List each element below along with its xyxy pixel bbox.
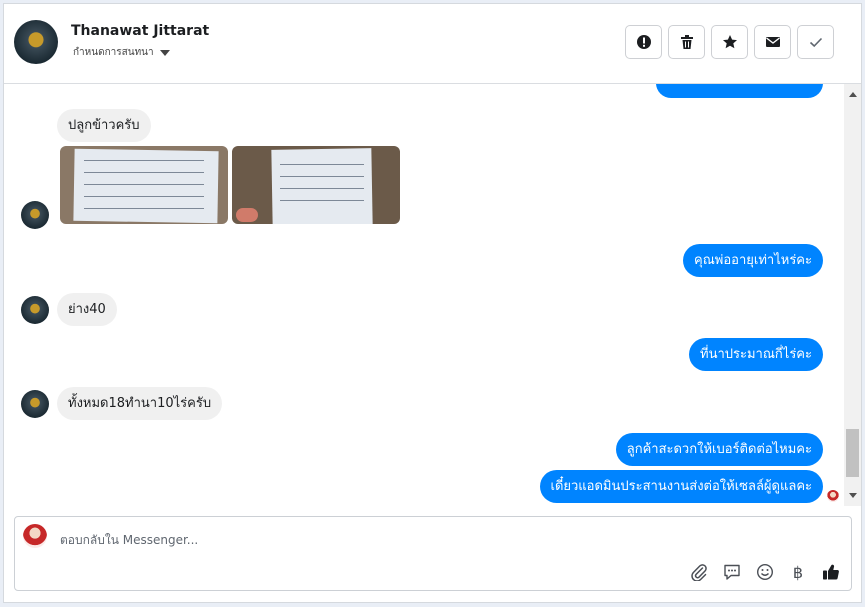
delete-button[interactable] xyxy=(668,25,705,59)
attachment-photo[interactable] xyxy=(232,146,400,224)
message-bubble-outgoing-partial xyxy=(656,84,823,98)
saved-replies-icon xyxy=(724,564,740,580)
baht-icon: ฿ xyxy=(792,562,804,582)
chevron-down-icon xyxy=(159,49,170,56)
message-bubble-incoming[interactable]: ปลูกข้าวครับ xyxy=(57,109,151,142)
star-icon xyxy=(722,35,737,49)
message-bubble-incoming[interactable]: ทั้งหมด18ทำนา10ไร่ครับ xyxy=(57,387,223,420)
attach-icon xyxy=(691,564,707,581)
alert-icon xyxy=(636,35,651,49)
conversation-label-dropdown[interactable]: กำหนดการสนทนา xyxy=(73,45,170,60)
conversation-header: Thanawat Jittarat กำหนดการสนทนา xyxy=(4,4,861,84)
seen-indicator-avatar xyxy=(827,490,839,502)
like-button[interactable] xyxy=(821,562,841,582)
conversation-label-text: กำหนดการสนทนา xyxy=(73,47,154,58)
check-icon xyxy=(809,37,822,48)
mark-unread-button[interactable] xyxy=(754,25,791,59)
contact-avatar-small[interactable] xyxy=(21,296,49,324)
star-button[interactable] xyxy=(711,25,748,59)
emoji-icon xyxy=(756,563,774,581)
thumbs-up-icon xyxy=(823,564,839,580)
composer-tools: ฿ xyxy=(689,562,841,582)
envelope-icon xyxy=(765,37,780,47)
scroll-up-arrow-icon[interactable] xyxy=(849,92,857,97)
mark-done-button[interactable] xyxy=(797,25,834,59)
emoji-button[interactable] xyxy=(755,562,775,582)
message-bubble-outgoing[interactable]: ที่นาประมาณกี่ไร่คะ xyxy=(689,338,823,371)
reply-input[interactable]: ตอบกลับใน Messenger... xyxy=(60,531,198,550)
contact-avatar-small[interactable] xyxy=(21,201,49,229)
message-bubble-outgoing[interactable]: คุณพ่ออายุเท่าไหร่คะ xyxy=(683,244,823,277)
inbox-window: Thanawat Jittarat กำหนดการสนทนา ปลูกข้าว… xyxy=(3,3,862,603)
message-bubble-outgoing[interactable]: ลูกค้าสะดวกให้เบอร์ติดต่อไหมคะ xyxy=(615,433,823,466)
message-bubble-outgoing[interactable]: เดี๋ยวแอดมินประสานงานส่งต่อให้เซลล์ผู้ดู… xyxy=(539,470,823,503)
reply-composer[interactable]: ตอบกลับใน Messenger... ฿ xyxy=(14,516,852,591)
scrollbar-thumb[interactable] xyxy=(846,429,859,477)
contact-avatar-small[interactable] xyxy=(21,390,49,418)
scroll-down-arrow-icon[interactable] xyxy=(849,493,857,498)
trash-icon xyxy=(680,35,693,49)
mark-spam-button[interactable] xyxy=(625,25,662,59)
header-actions xyxy=(625,25,834,59)
saved-replies-button[interactable] xyxy=(722,562,742,582)
thread-scrollbar[interactable] xyxy=(844,84,861,506)
attach-button[interactable] xyxy=(689,562,709,582)
payment-button[interactable]: ฿ xyxy=(788,562,808,582)
contact-avatar[interactable] xyxy=(14,20,58,64)
message-bubble-incoming[interactable]: ย่าง40 xyxy=(57,293,117,326)
contact-name[interactable]: Thanawat Jittarat xyxy=(71,23,209,39)
page-avatar xyxy=(23,524,47,548)
message-thread[interactable]: ปลูกข้าวครับ คุณพ่ออายุเท่าไหร่คะ ย่าง40… xyxy=(4,84,846,506)
attachment-photo[interactable] xyxy=(60,146,228,224)
